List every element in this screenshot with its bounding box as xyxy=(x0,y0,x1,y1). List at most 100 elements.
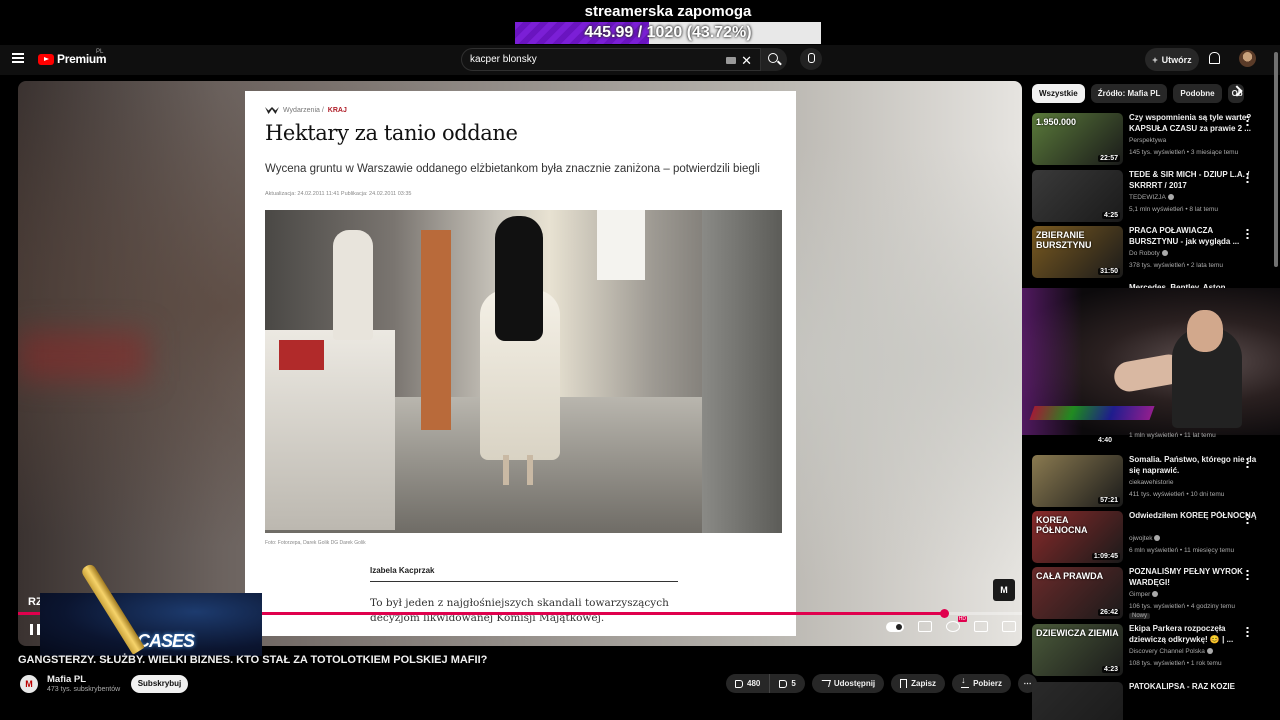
recommendation-item[interactable]: 4:25 TEDE & SIR MICH - DZIUP L.A. / SKRRR… xyxy=(1032,170,1272,222)
donation-progress-bar: 445.99 / 1020 (43.72%) xyxy=(515,22,821,44)
recommendation-channel[interactable]: ciekawehistorie xyxy=(1129,479,1173,486)
recommendation-title[interactable]: Ekipa Parkera rozpoczęła dziewiczą odkry… xyxy=(1129,624,1257,645)
recommendation-item[interactable]: ZBIERANIE BURSZTYNU 31:50 PRACA POŁAWIACZA… xyxy=(1032,226,1272,278)
thumbs-up-icon xyxy=(735,679,743,688)
subtitles-icon[interactable] xyxy=(918,621,932,632)
menu-icon[interactable] xyxy=(12,53,24,63)
recommendation-item[interactable]: PATOKALIPSA - RAZ KOZIE xyxy=(1032,682,1272,720)
recommendation-channel[interactable]: Gimper xyxy=(1129,591,1159,598)
more-options-icon[interactable] xyxy=(1246,172,1249,183)
video-duration: 4:25 xyxy=(1101,212,1120,219)
create-button[interactable]: + Utwórz xyxy=(1145,48,1199,71)
hidden-video-meta: 1 mln wyświetleń • 11 lat temu xyxy=(1129,432,1216,439)
recommendation-channel-name: TEDEWIZJA xyxy=(1129,194,1166,201)
more-options-icon[interactable] xyxy=(1246,115,1249,126)
background-blur xyxy=(18,331,148,381)
webcam-overlay xyxy=(1022,288,1280,435)
recommendation-title[interactable]: PATOKALIPSA - RAZ KOZIE xyxy=(1129,682,1257,693)
video-thumbnail[interactable]: DZIEWICZA ZIEMIA 4:23 xyxy=(1032,624,1123,676)
player-controls-right xyxy=(886,616,1016,632)
more-options-icon[interactable] xyxy=(1246,569,1249,580)
donation-overlay: streamerska zapomoga 445.99 / 1020 (43.7… xyxy=(0,0,1280,45)
create-label: Utwórz xyxy=(1161,54,1192,65)
recommendation-channel[interactable]: TEDEWIZJA xyxy=(1129,194,1174,201)
recommendation-title[interactable]: Somalia. Państwo, którego nie da się nap… xyxy=(1129,455,1257,476)
photo-right-wall xyxy=(702,210,782,533)
video-thumbnail[interactable]: CAŁA PRAWDA 26:42 xyxy=(1032,567,1123,619)
recommendation-item[interactable]: CAŁA PRAWDA 26:42 POZNALIŚMY PEŁNY WYROK W… xyxy=(1032,567,1272,619)
like-count: 480 xyxy=(747,679,761,688)
autoplay-toggle[interactable] xyxy=(886,621,904,632)
download-label: Pobierz xyxy=(973,679,1002,688)
recommendation-meta: 411 tys. wyświetleń • 10 dni temu xyxy=(1129,491,1225,498)
microphone-icon[interactable] xyxy=(800,48,822,70)
save-button[interactable]: Zapisz xyxy=(891,674,946,693)
video-player[interactable]: Wydarzenia / KRAJ Hektary za tanio oddan… xyxy=(18,81,1022,646)
article-lead: Wycena gruntu w Warszawie oddanego elżbi… xyxy=(265,163,760,175)
more-options-icon[interactable] xyxy=(1246,626,1249,637)
account-avatar[interactable] xyxy=(1239,50,1256,67)
webcam-head xyxy=(1187,310,1223,352)
recommendation-channel[interactable]: Discovery Channel Polska xyxy=(1129,648,1213,655)
dislike-button[interactable]: 5 xyxy=(769,674,805,693)
filter-chip[interactable]: Wszystkie xyxy=(1032,84,1085,103)
like-button[interactable]: 480 xyxy=(726,674,770,693)
youtube-logo[interactable]: Premium PL xyxy=(38,49,107,66)
search-button[interactable] xyxy=(761,48,787,71)
share-button[interactable]: Udostępnij xyxy=(811,674,885,693)
breadcrumb: Wydarzenia / KRAJ xyxy=(265,107,347,114)
channel-name[interactable]: Mafia PL xyxy=(47,674,86,685)
more-options-icon[interactable] xyxy=(1246,457,1249,468)
recommendation-item[interactable]: 57:21 Somalia. Państwo, którego nie da si… xyxy=(1032,455,1272,507)
subscriber-count: 473 tys. subskrybentów xyxy=(47,686,121,693)
recommendation-channel[interactable]: Perspektywa xyxy=(1129,137,1166,144)
video-thumbnail[interactable]: ZBIERANIE BURSZTYNU 31:50 xyxy=(1032,226,1123,278)
photo-window xyxy=(597,210,645,280)
recommendation-meta: 6 mln wyświetleń • 11 miesięcy temu xyxy=(1129,547,1235,554)
filter-chip[interactable]: Podobne xyxy=(1173,84,1222,103)
recommendation-title[interactable]: POZNALIŚMY PEŁNY WYROK WARDĘGI! xyxy=(1129,567,1257,588)
video-thumbnail[interactable]: 1.950.000 22:57 xyxy=(1032,113,1123,165)
verified-icon xyxy=(1206,648,1213,655)
settings-gear-icon[interactable] xyxy=(946,616,967,632)
more-options-icon[interactable] xyxy=(1246,513,1249,524)
video-thumbnail[interactable]: 57:21 xyxy=(1032,455,1123,507)
verified-icon xyxy=(1154,535,1161,542)
close-icon[interactable]: ✕ xyxy=(741,53,752,69)
miniplayer-icon[interactable] xyxy=(974,621,988,632)
recommendation-title[interactable]: Odwiedziłem KOREĘ PÓŁNOCNĄ xyxy=(1129,511,1257,522)
recommendation-item[interactable]: DZIEWICZA ZIEMIA 4:23 Ekipa Parkera rozpoc… xyxy=(1032,624,1272,676)
recommendation-title[interactable]: Czy wspomnienia są tyle warte? KAPSUŁA C… xyxy=(1129,113,1257,134)
channel-avatar[interactable]: M xyxy=(20,675,38,693)
recommendation-title[interactable]: TEDE & SIR MICH - DZIUP L.A. / SKRRRT / … xyxy=(1129,170,1257,191)
recommendation-item[interactable]: KOREA PÓŁNOCNA 1:09:45 Odwiedziłem KOREĘ P… xyxy=(1032,511,1272,563)
recommendation-title[interactable]: PRACA POŁAWIACZA BURSZTYNU - jak wygląda… xyxy=(1129,226,1257,247)
newspaper-logo-icon xyxy=(265,107,279,114)
more-options-icon[interactable] xyxy=(1246,228,1249,239)
fullscreen-icon[interactable] xyxy=(1002,621,1016,632)
keyboard-icon[interactable] xyxy=(726,57,736,64)
pause-icon[interactable] xyxy=(30,624,40,635)
thumbnail-text: KOREA PÓŁNOCNA xyxy=(1036,515,1088,535)
thumbs-down-icon xyxy=(779,679,788,688)
notifications-bell-icon[interactable] xyxy=(1209,52,1220,64)
photo-red-object xyxy=(279,340,324,370)
channel-watermark[interactable]: M xyxy=(993,579,1015,601)
filter-chip[interactable]: Źródło: Mafia PL xyxy=(1090,84,1168,103)
page-scrollbar[interactable] xyxy=(1274,52,1278,267)
article-dates: Aktualizacja: 24.02.2011 11:41 Publikacj… xyxy=(265,191,412,197)
download-button[interactable]: Pobierz xyxy=(952,674,1011,693)
video-thumbnail[interactable]: KOREA PÓŁNOCNA 1:09:45 xyxy=(1032,511,1123,563)
download-icon xyxy=(961,675,970,688)
recommendation-item[interactable]: 1.950.000 22:57 Czy wspomnienia są tyle wa… xyxy=(1032,113,1272,165)
progress-scrubber[interactable] xyxy=(939,609,949,618)
verified-icon xyxy=(1152,591,1159,598)
recommendation-channel[interactable]: Do Roboty xyxy=(1129,250,1168,257)
video-thumbnail[interactable] xyxy=(1032,682,1123,720)
subscribe-button[interactable]: Subskrybuj xyxy=(131,675,188,693)
recommendation-channel[interactable]: ojwojtek xyxy=(1129,535,1161,542)
photo-nun-legs xyxy=(503,455,533,485)
search-input[interactable]: kacper blonsky ✕ xyxy=(461,48,761,71)
video-thumbnail[interactable]: 4:25 xyxy=(1032,170,1123,222)
top-bar: Premium PL kacper blonsky ✕ + Utwórz xyxy=(0,45,1280,75)
